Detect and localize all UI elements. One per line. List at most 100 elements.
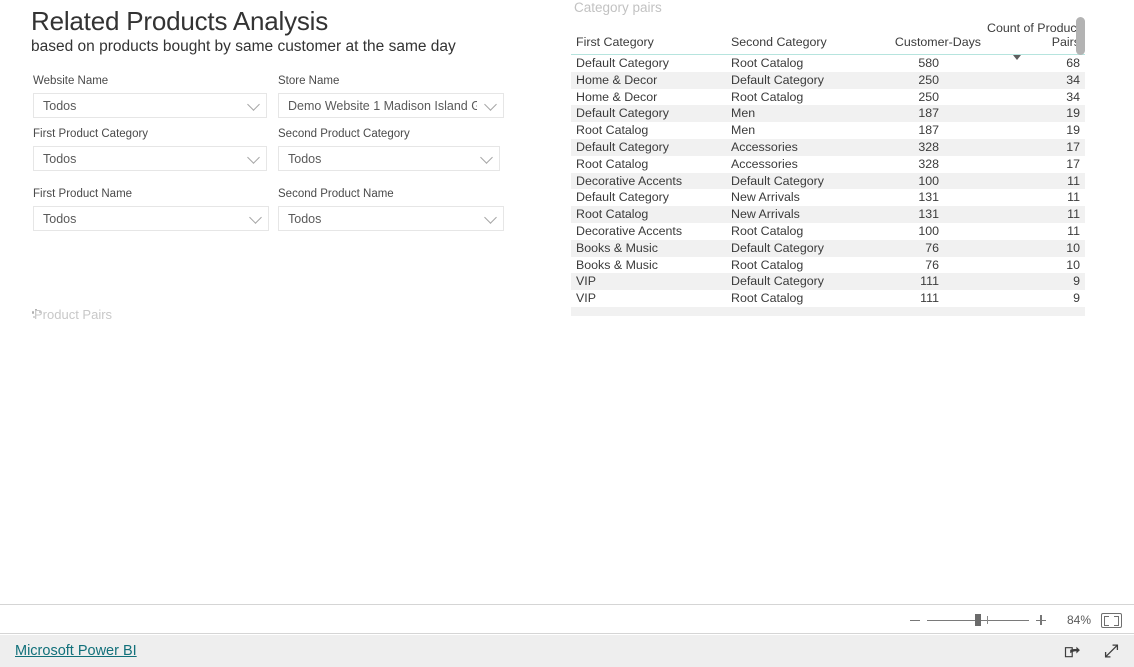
slicer-label: Store Name xyxy=(278,75,340,87)
product-pairs-visual[interactable]: Product Pairs xyxy=(31,305,231,327)
cell-first-category: VIP xyxy=(571,273,727,291)
cell-first-category: Default Category xyxy=(571,138,727,156)
slicer-dropdown-website-name[interactable]: Todos xyxy=(33,93,267,118)
table-row[interactable]: Home & Decor Root Catalog 250 34 xyxy=(571,89,1085,106)
cell-second-category: Men xyxy=(727,105,887,123)
page-subtitle: based on products bought by same custome… xyxy=(31,38,456,55)
table-vertical-scrollbar[interactable] xyxy=(1076,17,1085,299)
table-row[interactable]: Books & Music Default Category 76 10 xyxy=(571,239,1085,257)
cell-first-category: Decorative Accents xyxy=(576,223,683,238)
table-body: Default Category Root Catalog 580 68 Home & … xyxy=(571,55,1085,316)
cell-second-category: Default Category xyxy=(727,172,887,190)
slicer-dropdown-first-product-category[interactable]: Todos xyxy=(33,146,267,171)
cell-pair-count: 11 xyxy=(1067,223,1080,238)
cell-pair-count: 10 xyxy=(987,239,1085,257)
table-row[interactable]: VIP Default Category 111 9 xyxy=(571,273,1085,291)
cell-pair-count: 34 xyxy=(1066,89,1080,104)
microsoft-power-bi-link[interactable]: Microsoft Power BI xyxy=(15,643,137,659)
slicer-website-name: Website Name Todos xyxy=(33,75,267,118)
cell-second-category: Root Catalog xyxy=(731,257,804,272)
fullscreen-arrows-icon[interactable] xyxy=(1103,643,1120,660)
cell-customer-days: 187 xyxy=(918,123,939,138)
table-row[interactable]: Default Category Accessories 328 17 xyxy=(571,138,1085,156)
cell-customer-days: 580 xyxy=(918,56,939,70)
cell-second-category: New Arrivals xyxy=(727,206,887,223)
visual-title: Product Pairs xyxy=(34,307,113,322)
slicer-dropdown-first-product-name[interactable]: Todos xyxy=(33,206,269,231)
column-header-customer-days[interactable]: Customer-Days xyxy=(887,21,987,55)
table-row[interactable]: Root Catalog Men 187 19 xyxy=(571,122,1085,139)
cell-first-category: Default Category xyxy=(571,105,727,123)
slicer-first-product-name: First Product Name Todos xyxy=(33,188,269,231)
slicer-value: Todos xyxy=(288,151,322,166)
cell-pair-count: 9 xyxy=(1073,291,1080,306)
report-canvas: Related Products Analysis based on produ… xyxy=(0,0,1134,604)
category-pairs-visual: Category pairs First Category Second Cat… xyxy=(571,0,1085,316)
cell-customer-days: 111 xyxy=(887,273,987,291)
cell-second-category: Accessories xyxy=(727,138,887,156)
viewer-toolbar: 84% xyxy=(0,604,1134,634)
zoom-slider-tick xyxy=(987,616,989,624)
slicer-label: Second Product Category xyxy=(278,128,410,140)
column-header-count-of-product-pairs[interactable]: Count of Product Pairs xyxy=(987,21,1085,60)
slicer-store-name: Store Name Demo Website 1 Madison Island… xyxy=(278,75,504,118)
cell-first-category: Home & Decor xyxy=(571,71,727,89)
slicer-dropdown-store-name[interactable]: Demo Website 1 Madison Island Germ... xyxy=(278,93,504,118)
scrollbar-thumb[interactable] xyxy=(1076,17,1085,55)
cell-customer-days: 100 xyxy=(918,223,939,238)
cell-pair-count: 17 xyxy=(1066,156,1080,171)
cell-pair-count: 19 xyxy=(1066,123,1080,138)
table-row[interactable]: Default Category Root Catalog 580 68 xyxy=(571,55,1085,72)
share-icon[interactable] xyxy=(1064,643,1081,660)
cell-pair-count: 11 xyxy=(987,172,1085,190)
footer-actions xyxy=(1064,643,1120,660)
cell-customer-days: 76 xyxy=(925,257,939,272)
cell-customer-days: 131 xyxy=(918,190,939,205)
cell-customer-days: 187 xyxy=(887,105,987,123)
table-row[interactable]: VIP Root Catalog 111 9 xyxy=(571,290,1085,307)
slicer-second-product-name: Second Product Name Todos xyxy=(278,188,504,231)
table-row[interactable]: Decorative Accents Default Category 100 11 xyxy=(571,172,1085,190)
cell-customer-days: 250 xyxy=(918,89,939,104)
slicer-first-product-category: First Product Category Todos xyxy=(33,128,267,171)
cell-pair-count: 11 xyxy=(987,206,1085,223)
table-row[interactable]: Root Catalog Accessories 328 17 xyxy=(571,156,1085,173)
cell-customer-days: 100 xyxy=(887,172,987,190)
cell-pair-count: 11 xyxy=(1067,190,1080,205)
zoom-percent-label: 84% xyxy=(1066,613,1091,627)
powerbi-report-viewer: Related Products Analysis based on produ… xyxy=(0,0,1134,667)
zoom-slider[interactable] xyxy=(927,612,1029,628)
table-row[interactable]: Root Catalog New Arrivals 131 11 xyxy=(571,206,1085,223)
slicer-dropdown-second-product-name[interactable]: Todos xyxy=(278,206,504,231)
table-row[interactable]: Home & Decor Default Category 250 34 xyxy=(571,71,1085,89)
zoom-slider-thumb[interactable] xyxy=(975,614,981,626)
table-row[interactable]: Decorative Accents Root Catalog 100 11 xyxy=(571,223,1085,240)
chevron-down-icon xyxy=(480,150,493,164)
table-row[interactable]: Books & Music Root Catalog 76 10 xyxy=(571,257,1085,274)
fit-to-page-icon[interactable] xyxy=(1101,612,1122,628)
cell-customer-days: 328 xyxy=(887,138,987,156)
slicer-value: Demo Website 1 Madison Island Germ... xyxy=(288,98,477,113)
caret-down-icon xyxy=(1013,55,1021,60)
visual-title: Category pairs xyxy=(574,0,662,15)
cell-second-category: Default Category xyxy=(727,273,887,291)
table-row[interactable]: Default Category New Arrivals 131 11 xyxy=(571,189,1085,206)
cell-first-category: Default Category xyxy=(576,190,669,205)
plus-icon[interactable] xyxy=(1033,612,1049,628)
table-row[interactable]: Default Category Men 187 19 xyxy=(571,105,1085,123)
category-pairs-table: First Category Second Category Customer-… xyxy=(571,21,1085,316)
zoom-controls: 84% xyxy=(907,605,1122,635)
cell-second-category: New Arrivals xyxy=(731,190,800,205)
slicer-value: Todos xyxy=(43,98,77,113)
minus-icon[interactable] xyxy=(907,612,923,628)
table-header-row: First Category Second Category Customer-… xyxy=(571,21,1085,60)
slicer-value: Todos xyxy=(288,211,322,226)
slicer-dropdown-second-product-category[interactable]: Todos xyxy=(278,146,500,171)
column-header-first-category[interactable]: First Category xyxy=(571,21,727,55)
chevron-down-icon xyxy=(484,210,497,224)
cell-pair-count: 19 xyxy=(987,105,1085,123)
column-header-second-category[interactable]: Second Category xyxy=(727,21,887,55)
slicer-label: First Product Name xyxy=(33,188,133,200)
cell-first-category: Root Catalog xyxy=(576,123,649,138)
cell-second-category: Default Category xyxy=(727,71,887,89)
